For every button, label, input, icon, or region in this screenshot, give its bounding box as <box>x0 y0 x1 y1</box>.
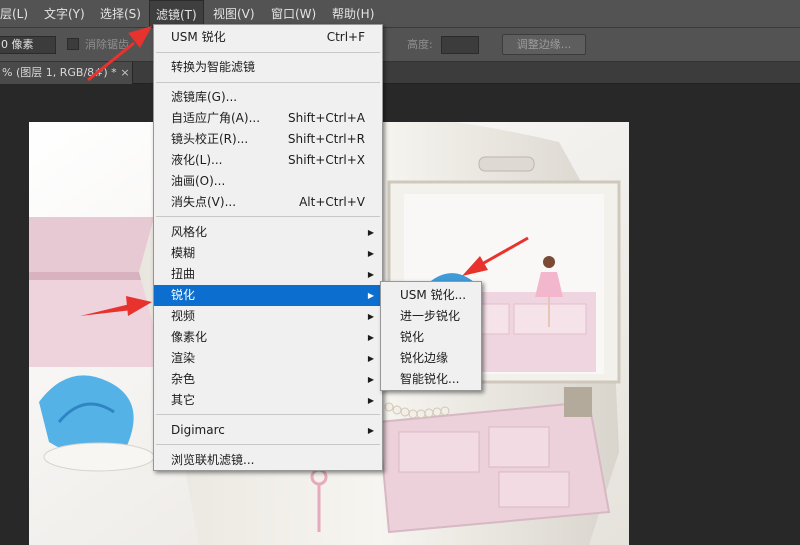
submenu-item-sharpen-edges[interactable]: 锐化边缘 <box>381 348 481 369</box>
submenu-arrow-icon: ▶ <box>367 333 374 342</box>
sharpen-submenu: USM 锐化... 进一步锐化 锐化 锐化边缘 智能锐化... <box>380 281 482 391</box>
menu-item-label: USM 锐化 <box>171 30 226 44</box>
document-tab[interactable]: % (图层 1, RGB/8#) * <box>0 62 133 84</box>
menu-item-label: Digimarc <box>171 423 225 437</box>
menu-item-label: 渲染 <box>171 351 196 365</box>
feather-input[interactable]: 0 像素 <box>0 36 56 54</box>
document-tab-bar: % (图层 1, RGB/8#) * × <box>0 62 800 84</box>
menu-item-lens-correction[interactable]: 镜头校正(R)... Shift+Ctrl+R <box>154 129 382 150</box>
menu-item-label: 其它 <box>171 393 196 407</box>
menu-bar: 层(L) 文字(Y) 选择(S) 滤镜(T) 视图(V) 窗口(W) 帮助(H) <box>0 0 800 28</box>
submenu-arrow-icon: ▶ <box>367 312 374 321</box>
menu-item-label: 视频 <box>171 309 196 323</box>
menu-item-digimarc[interactable]: Digimarc ▶ <box>154 420 382 441</box>
menu-item-shortcut: Shift+Ctrl+X <box>288 153 365 167</box>
menu-item-label: 液化(L)... <box>171 153 223 167</box>
menu-item-label: 扭曲 <box>171 267 196 281</box>
menu-type[interactable]: 文字(Y) <box>44 0 85 28</box>
menu-item-label: 浏览联机滤镜... <box>171 453 255 467</box>
menu-item-label: 转换为智能滤镜 <box>171 60 256 74</box>
menu-item-label: 杂色 <box>171 372 196 386</box>
submenu-arrow-icon: ▶ <box>367 396 374 405</box>
menu-item-browse-filters-online[interactable]: 浏览联机滤镜... <box>154 450 382 471</box>
menu-separator <box>156 414 380 415</box>
close-icon[interactable]: × <box>119 62 131 84</box>
menu-item-vanishing-point[interactable]: 消失点(V)... Alt+Ctrl+V <box>154 192 382 213</box>
menu-item-adaptive-wide-angle[interactable]: 自适应广角(A)... Shift+Ctrl+A <box>154 108 382 129</box>
menu-item-label: 油画(O)... <box>171 174 226 188</box>
menu-separator <box>156 52 380 53</box>
menu-item-shortcut: Shift+Ctrl+R <box>287 132 365 146</box>
menu-item-shortcut: Ctrl+F <box>326 30 365 44</box>
menu-item-label: 自适应广角(A)... <box>171 111 261 125</box>
menu-item-convert-smart-filters[interactable]: 转换为智能滤镜 <box>154 57 382 78</box>
filter-menu: USM 锐化 Ctrl+F 转换为智能滤镜 滤镜库(G)... 自适应广角(A)… <box>153 24 383 471</box>
submenu-arrow-icon: ▶ <box>367 270 374 279</box>
menu-item-filter-gallery[interactable]: 滤镜库(G)... <box>154 87 382 108</box>
menu-layer[interactable]: 层(L) <box>0 0 28 28</box>
menu-separator <box>156 444 380 445</box>
submenu-arrow-icon: ▶ <box>367 354 374 363</box>
menu-item-label: 模糊 <box>171 246 196 260</box>
menu-item-stylize[interactable]: 风格化 ▶ <box>154 222 382 243</box>
menu-item-label: 锐化 <box>171 288 196 302</box>
document-tab-title: % (图层 1, RGB/8#) * <box>2 66 117 79</box>
submenu-arrow-icon: ▶ <box>367 375 374 384</box>
height-label: 高度: <box>407 38 433 51</box>
submenu-arrow-icon: ▶ <box>367 249 374 258</box>
menu-item-render[interactable]: 渲染 ▶ <box>154 348 382 369</box>
options-bar: 0 像素 消除锯齿 高度: 调整边缘... <box>0 28 800 62</box>
menu-item-noise[interactable]: 杂色 ▶ <box>154 369 382 390</box>
submenu-item-smart-sharpen[interactable]: 智能锐化... <box>381 369 481 390</box>
menu-item-distort[interactable]: 扭曲 ▶ <box>154 264 382 285</box>
menu-item-oil-paint[interactable]: 油画(O)... <box>154 171 382 192</box>
menu-item-label: 消失点(V)... <box>171 195 237 209</box>
menu-item-sharpen[interactable]: 锐化 ▶ <box>154 285 382 306</box>
menu-separator <box>156 216 380 217</box>
antialias-checkbox[interactable] <box>67 38 79 50</box>
antialias-label: 消除锯齿 <box>85 38 129 51</box>
menu-select[interactable]: 选择(S) <box>100 0 141 28</box>
height-input[interactable] <box>441 36 479 54</box>
menu-item-label: 镜头校正(R)... <box>171 132 249 146</box>
submenu-item-usm-sharpen[interactable]: USM 锐化... <box>381 285 481 306</box>
menu-item-pixelate[interactable]: 像素化 ▶ <box>154 327 382 348</box>
submenu-item-sharpen-more[interactable]: 进一步锐化 <box>381 306 481 327</box>
menu-item-liquify[interactable]: 液化(L)... Shift+Ctrl+X <box>154 150 382 171</box>
submenu-arrow-icon: ▶ <box>367 228 374 237</box>
refine-edge-button[interactable]: 调整边缘... <box>502 34 586 55</box>
menu-item-label: 滤镜库(G)... <box>171 90 238 104</box>
menu-item-video[interactable]: 视频 ▶ <box>154 306 382 327</box>
menu-item-blur[interactable]: 模糊 ▶ <box>154 243 382 264</box>
menu-item-other[interactable]: 其它 ▶ <box>154 390 382 411</box>
menu-item-label: 像素化 <box>171 330 208 344</box>
menu-item-shortcut: Alt+Ctrl+V <box>299 195 365 209</box>
menu-separator <box>156 82 380 83</box>
submenu-item-sharpen[interactable]: 锐化 <box>381 327 481 348</box>
menu-item-usm-sharpen-last[interactable]: USM 锐化 Ctrl+F <box>154 27 382 48</box>
menu-item-label: 风格化 <box>171 225 208 239</box>
submenu-arrow-icon: ▶ <box>367 291 374 300</box>
menu-item-shortcut: Shift+Ctrl+A <box>288 111 365 125</box>
submenu-arrow-icon: ▶ <box>367 426 374 435</box>
